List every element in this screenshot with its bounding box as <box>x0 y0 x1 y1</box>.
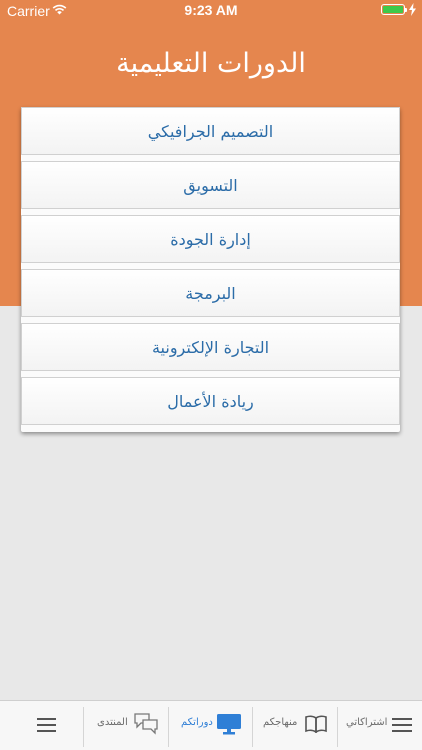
tab-separator <box>252 707 253 747</box>
course-item-marketing[interactable]: التسويق <box>21 161 400 209</box>
status-bar: Carrier 9:23 AM <box>0 0 422 22</box>
course-item-e-commerce[interactable]: التجارة الإلكترونية <box>21 323 400 371</box>
tab-courses[interactable]: دوراتكم <box>169 701 252 750</box>
tab-subscriptions[interactable]: اشتراكاتي <box>338 701 422 750</box>
battery-icon <box>381 4 407 15</box>
course-list: التصميم الجرافيكي التسويق إدارة الجودة ا… <box>21 107 400 432</box>
status-time: 9:23 AM <box>184 2 238 18</box>
tab-separator <box>83 707 84 747</box>
tab-separator <box>337 707 338 747</box>
book-icon <box>305 715 327 733</box>
course-item-quality-management[interactable]: إدارة الجودة <box>21 215 400 263</box>
tab-subscriptions-label: اشتراكاتي <box>346 717 388 728</box>
tab-forum-label: المنتدى <box>97 717 128 728</box>
course-item-entrepreneurship[interactable]: ريادة الأعمال <box>21 377 400 425</box>
charging-bolt-icon <box>409 3 416 16</box>
tab-curriculum-label: منهاجكم <box>263 717 298 728</box>
course-item-programming[interactable]: البرمجة <box>21 269 400 317</box>
tab-forum[interactable]: المنتدى <box>84 701 168 750</box>
menu-icon <box>37 718 56 732</box>
chat-bubbles-icon <box>134 713 158 735</box>
monitor-icon <box>217 714 241 735</box>
course-item-graphic-design[interactable]: التصميم الجرافيكي <box>21 107 400 155</box>
tab-bar: اشتراكاتي منهاجكم دوراتكم المنتدى <box>0 700 422 750</box>
tab-courses-label: دوراتكم <box>181 717 213 728</box>
tab-separator <box>168 707 169 747</box>
list-icon <box>392 718 412 732</box>
tab-curriculum[interactable]: منهاجكم <box>253 701 337 750</box>
page-title: الدورات التعليمية <box>116 48 306 79</box>
tab-menu[interactable] <box>0 701 83 750</box>
